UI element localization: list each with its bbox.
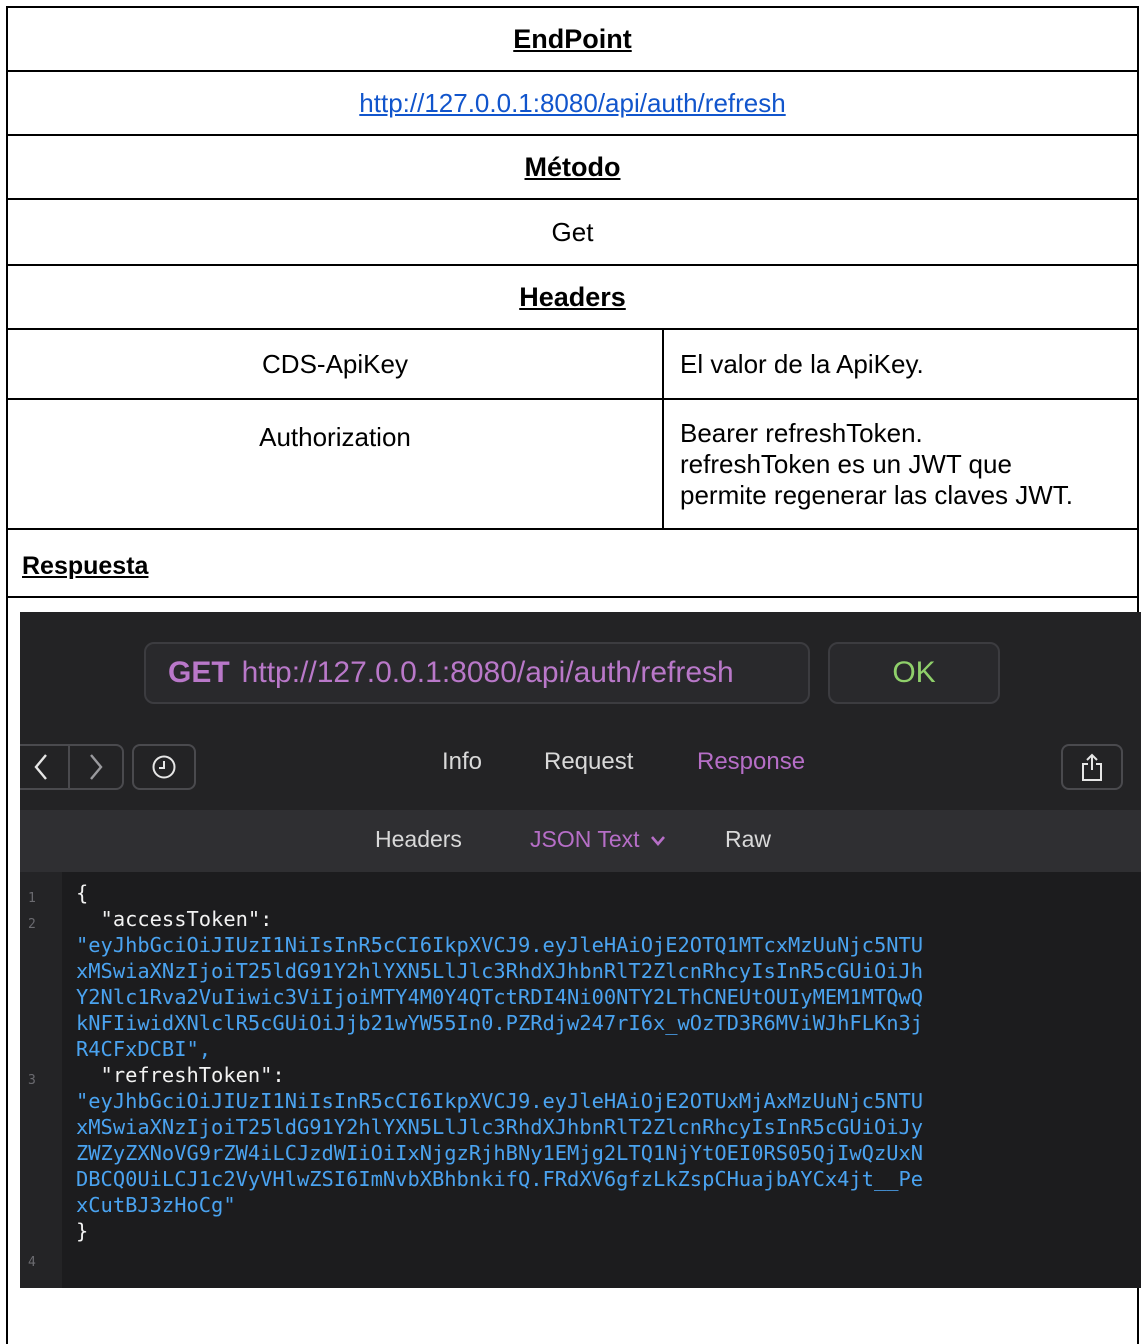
tab-response[interactable]: Response xyxy=(697,748,805,776)
forward-button[interactable] xyxy=(68,744,124,790)
code-line: xMSwiaXNzIjoiT25ldG91Y2hlYXN5LlJlc3RhdXJ… xyxy=(76,1115,924,1139)
endpoint-url-link[interactable]: http://127.0.0.1:8080/api/auth/refresh xyxy=(359,88,785,119)
header-row-authorization: Authorization Bearer refreshToken. refre… xyxy=(8,400,1137,530)
code-line: "accessToken": xyxy=(76,907,273,931)
headers-heading: Headers xyxy=(519,281,626,312)
code-line: R4CFxDCBI", xyxy=(76,1037,212,1061)
code-line: { xyxy=(76,881,89,905)
response-screenshot: GET http://127.0.0.1:8080/api/auth/refre… xyxy=(20,612,1141,1288)
json-code-view[interactable]: 1 2 3 4 { "accessToken": "eyJhbGciOiJIUz… xyxy=(20,872,1141,1288)
code-line: } xyxy=(76,1219,89,1243)
header-name: CDS-ApiKey xyxy=(262,348,408,379)
request-url: http://127.0.0.1:8080/api/auth/refresh xyxy=(241,656,734,689)
line-number: 1 xyxy=(28,891,36,906)
header-description-cell: El valor de la ApiKey. xyxy=(664,330,1137,398)
endpoint-heading-row: EndPoint xyxy=(8,8,1137,72)
code-line: "eyJhbGciOiJIUzI1NiIsInR5cCI6IkpXVCJ9.ey… xyxy=(76,1089,924,1113)
method-value: Get xyxy=(551,216,594,247)
subtab-raw[interactable]: Raw xyxy=(725,826,771,853)
share-icon xyxy=(1082,753,1102,781)
headers-heading-row: Headers xyxy=(8,266,1137,330)
code-line: "eyJhbGciOiJIUzI1NiIsInR5cCI6IkpXVCJ9.ey… xyxy=(76,933,924,957)
endpoint-url-row: http://127.0.0.1:8080/api/auth/refresh xyxy=(8,72,1137,136)
response-divider xyxy=(8,596,1137,598)
code-line: ZWZyZXNoVG9rZW4iLCJzdWIiOiIxNjgzRjhBNy1E… xyxy=(76,1141,924,1165)
header-name-cell: CDS-ApiKey xyxy=(8,330,664,398)
chevron-left-icon xyxy=(34,754,47,780)
response-heading: Respuesta xyxy=(22,552,149,580)
line-number-gutter xyxy=(20,872,62,1288)
line-number: 3 xyxy=(28,1073,36,1088)
tab-info[interactable]: Info xyxy=(442,748,482,776)
tab-request[interactable]: Request xyxy=(544,748,633,776)
header-description-line: refreshToken es un JWT que xyxy=(680,449,1012,479)
code-line: Y2Nlc1Rva2VuIiwic3ViIjoiMTY4M0Y4QTctRDI4… xyxy=(76,985,924,1009)
header-description-line: Bearer refreshToken. xyxy=(680,418,923,448)
code-line: xCutBJ3zHoCg" xyxy=(76,1193,236,1217)
header-description-cell: Bearer refreshToken. refreshToken es un … xyxy=(664,400,1137,528)
code-line: xMSwiaXNzIjoiT25ldG91Y2hlYXN5LlJlc3RhdXJ… xyxy=(76,959,924,983)
header-description: El valor de la ApiKey. xyxy=(680,348,924,379)
line-number: 4 xyxy=(28,1255,36,1270)
header-name: Authorization xyxy=(259,422,411,452)
header-description-line: permite regenerar las claves JWT. xyxy=(680,480,1074,510)
chevron-down-icon xyxy=(650,836,665,846)
chevron-right-icon xyxy=(90,754,103,780)
clock-icon xyxy=(152,755,176,779)
response-subtabs: Headers JSON Text Raw xyxy=(20,810,1141,872)
header-row-apikey: CDS-ApiKey El valor de la ApiKey. xyxy=(8,330,1137,400)
request-url-bar[interactable]: GET http://127.0.0.1:8080/api/auth/refre… xyxy=(144,642,810,704)
history-button[interactable] xyxy=(132,744,196,790)
back-button[interactable] xyxy=(20,744,68,790)
share-button[interactable] xyxy=(1061,744,1123,790)
line-number: 2 xyxy=(28,917,36,932)
subtab-json-text-label: JSON Text xyxy=(530,826,640,852)
status-badge: 200 OK xyxy=(828,642,1000,929)
method-heading-row: Método xyxy=(8,136,1137,200)
method-heading: Método xyxy=(524,151,621,182)
status-text: OK xyxy=(892,656,936,689)
code-line: "refreshToken": xyxy=(76,1063,285,1087)
code-line: DBCQ0UiLCJ1c2VyVHlwZSI6ImNvbXBhbnkifQ.FR… xyxy=(76,1167,924,1191)
subtab-json-text[interactable]: JSON Text xyxy=(530,826,666,853)
endpoint-heading: EndPoint xyxy=(513,23,632,54)
header-name-cell: Authorization xyxy=(8,400,664,528)
method-value-row: Get xyxy=(8,200,1137,266)
inspector-toolbar: Info Request Response xyxy=(20,730,1141,810)
subtab-headers[interactable]: Headers xyxy=(375,826,462,853)
code-line: kNFIiwidXNlclR5cGUiOiJjb21wYW55In0.PZRdj… xyxy=(76,1011,924,1035)
request-method: GET xyxy=(168,656,230,689)
